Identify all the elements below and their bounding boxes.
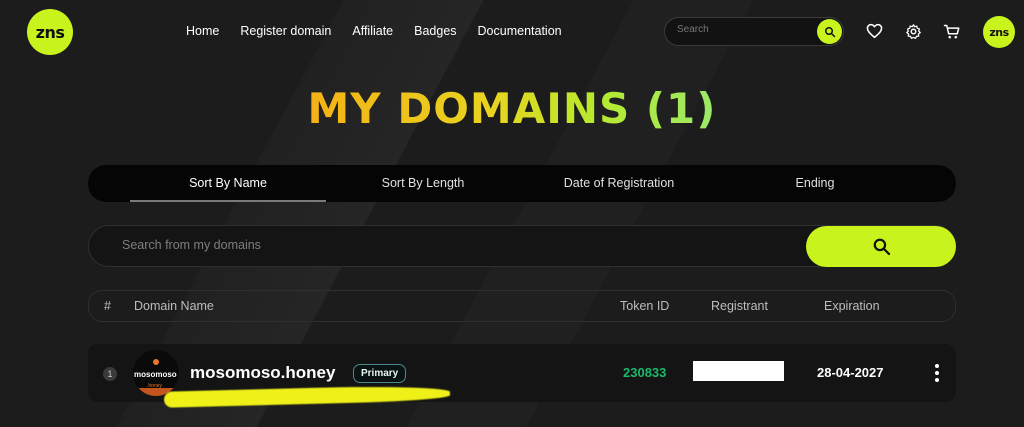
- primary-badge: Primary: [353, 364, 407, 383]
- gear-icon: [905, 23, 921, 39]
- nav-documentation[interactable]: Documentation: [478, 24, 562, 38]
- tab-sort-by-length[interactable]: Sort By Length: [323, 165, 523, 202]
- nav-badges[interactable]: Badges: [414, 24, 456, 38]
- row-index: 1: [103, 367, 117, 381]
- column-expiration: Expiration: [824, 299, 880, 313]
- search-icon: [873, 238, 890, 256]
- column-index: #: [104, 299, 111, 313]
- active-tab-indicator: [130, 200, 326, 202]
- zns-logo[interactable]: zns: [27, 9, 73, 55]
- main-nav: Home Register domain Affiliate Badges Do…: [186, 24, 562, 38]
- sort-tabs: Sort By Name Sort By Length Date of Regi…: [88, 165, 956, 202]
- nav-home[interactable]: Home: [186, 24, 219, 38]
- domain-search-input[interactable]: [122, 238, 622, 252]
- user-avatar[interactable]: zns: [983, 16, 1015, 48]
- registrant-redacted: [693, 361, 784, 381]
- header-search-button[interactable]: [817, 19, 842, 44]
- nav-register-domain[interactable]: Register domain: [240, 24, 331, 38]
- column-token-id: Token ID: [620, 299, 670, 313]
- column-registrant: Registrant: [711, 299, 768, 313]
- search-icon: [824, 26, 835, 37]
- tab-date-of-registration[interactable]: Date of Registration: [519, 165, 719, 202]
- cart-icon: [943, 24, 960, 38]
- thumbnail-dot: [153, 359, 159, 365]
- column-domain-name: Domain Name: [134, 299, 214, 313]
- table-header: # Domain Name Token ID Registrant Expira…: [88, 290, 956, 322]
- tab-sort-by-name[interactable]: Sort By Name: [128, 165, 328, 202]
- domain-name[interactable]: mosomoso.honey: [190, 363, 335, 383]
- redaction-scribble: [163, 384, 451, 408]
- nav-affiliate[interactable]: Affiliate: [352, 24, 393, 38]
- thumbnail-name: mosomoso: [134, 370, 177, 379]
- tab-ending[interactable]: Ending: [715, 165, 915, 202]
- more-options-icon[interactable]: [934, 364, 940, 382]
- table-row[interactable]: 1 mosomoso .honey mosomoso.honey Primary…: [88, 344, 956, 408]
- heart-icon: [866, 23, 882, 39]
- header-search: [664, 17, 844, 46]
- domain-thumbnail: mosomoso .honey: [133, 350, 179, 396]
- header-search-input[interactable]: [677, 24, 807, 35]
- settings-button[interactable]: [904, 22, 922, 40]
- page-title: MY DOMAINS (1): [307, 84, 717, 133]
- expiration-date: 28-04-2027: [817, 365, 884, 380]
- favorites-button[interactable]: [865, 22, 883, 40]
- token-id: 230833: [623, 365, 667, 380]
- cart-button[interactable]: [943, 22, 961, 40]
- domain-search-button[interactable]: [806, 226, 956, 267]
